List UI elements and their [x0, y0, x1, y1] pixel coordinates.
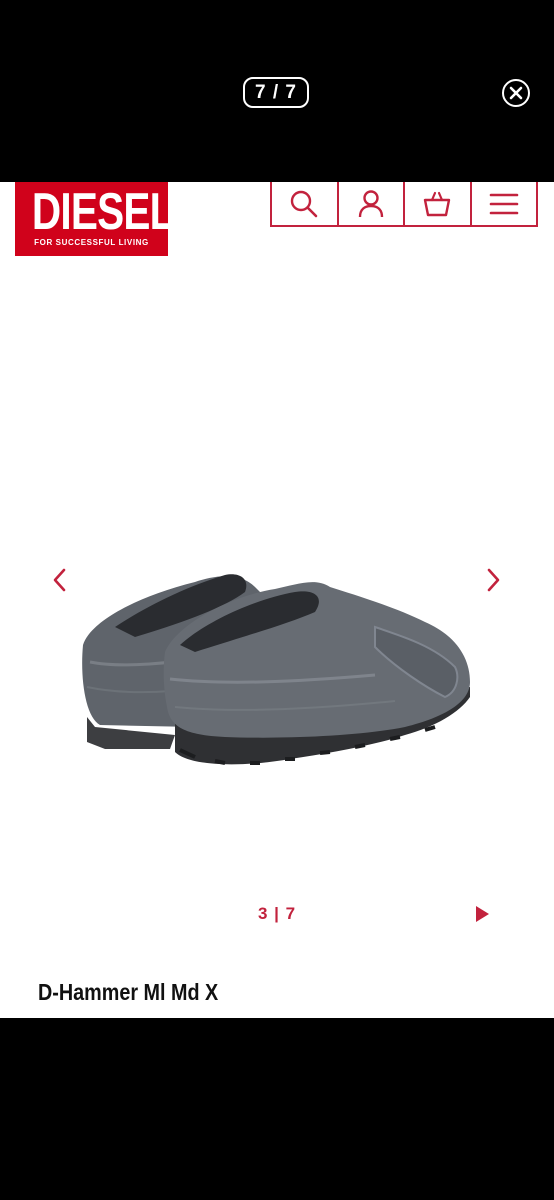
play-icon: [476, 906, 489, 922]
play-button[interactable]: [474, 905, 490, 928]
next-image-button[interactable]: [483, 567, 503, 598]
account-icon: [358, 189, 383, 217]
close-viewer-button[interactable]: [502, 79, 530, 107]
header-nav: [270, 182, 538, 227]
product-page-screenshot: DIESEL FOR SUCCESSFUL LIVING 3 | 7 D-Ham…: [0, 182, 554, 1018]
image-viewer-bottombar: [0, 1018, 554, 1200]
chevron-left-icon: [53, 568, 66, 592]
diesel-logo[interactable]: DIESEL FOR SUCCESSFUL LIVING: [15, 182, 175, 256]
search-button[interactable]: [272, 182, 339, 225]
close-icon: [509, 86, 523, 100]
account-button[interactable]: [339, 182, 405, 225]
menu-button[interactable]: [472, 182, 537, 225]
basket-icon: [424, 191, 451, 216]
product-image: [82, 574, 471, 765]
product-title: D-Hammer Ml Md X: [38, 979, 219, 1005]
logo-tagline: FOR SUCCESSFUL LIVING: [34, 238, 149, 247]
basket-button[interactable]: [405, 182, 472, 225]
gallery-pager: 3 | 7: [258, 904, 297, 923]
image-viewer-topbar: 7 / 7: [0, 0, 554, 182]
logo-wordmark: DIESEL: [31, 183, 175, 241]
chevron-right-icon: [487, 568, 500, 592]
image-counter: 7 / 7: [243, 77, 309, 108]
menu-icon: [489, 193, 519, 214]
search-icon: [291, 190, 318, 217]
previous-image-button[interactable]: [50, 567, 70, 598]
